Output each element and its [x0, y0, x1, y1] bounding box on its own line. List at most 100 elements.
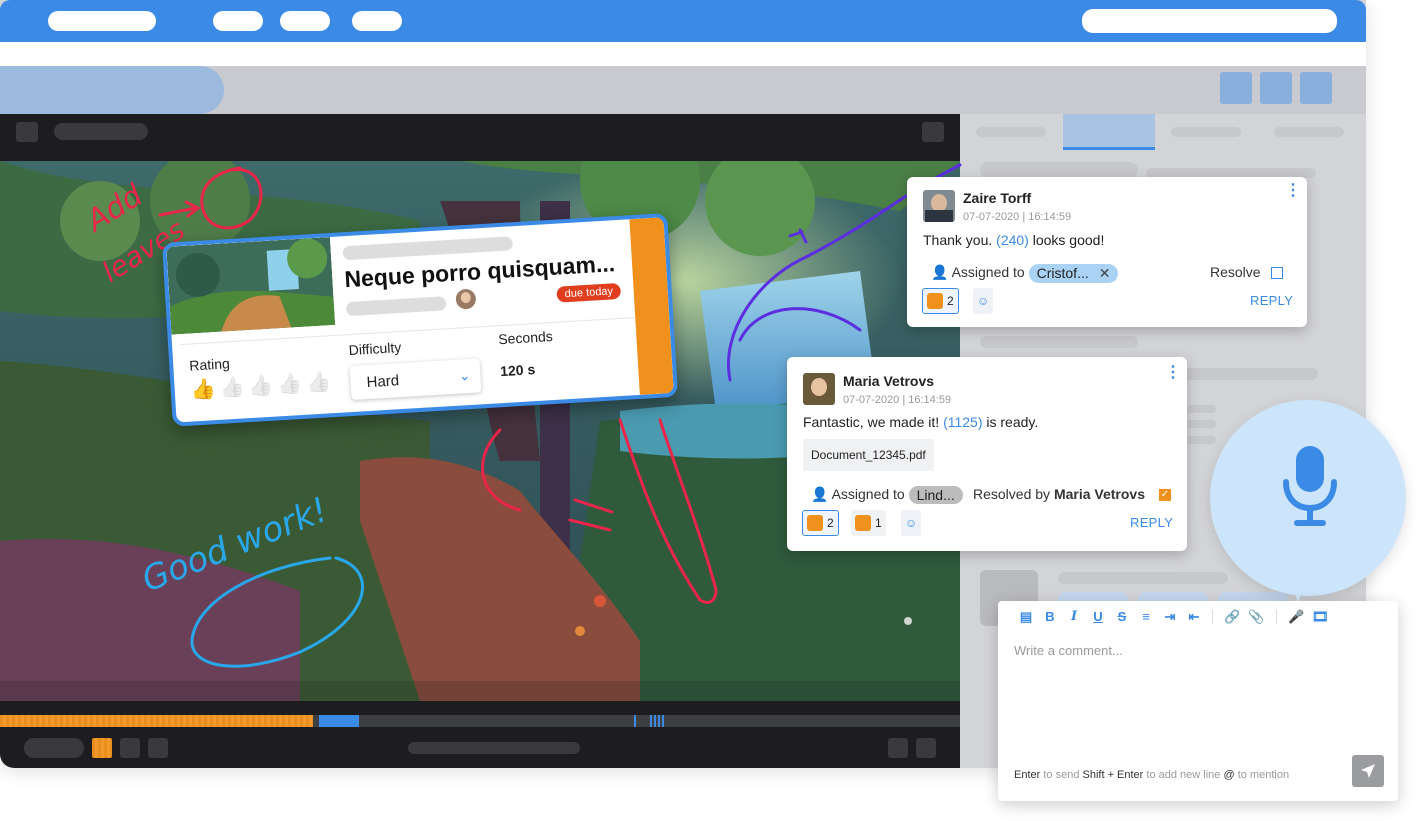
- panel-tab-active[interactable]: [1063, 114, 1155, 150]
- reaction-button[interactable]: 2: [802, 510, 839, 536]
- avatar: [803, 373, 835, 405]
- card-meta-placeholder: [345, 296, 447, 317]
- timeline-marker-group[interactable]: [650, 715, 664, 727]
- bubble-tail: [1286, 560, 1310, 604]
- thumbs-up-icon[interactable]: 👍: [305, 369, 332, 395]
- underline-icon[interactable]: U: [1090, 609, 1106, 624]
- reaction-count: 2: [947, 294, 954, 308]
- thumbs-up-icon[interactable]: 👍: [219, 374, 245, 400]
- address-placeholder[interactable]: [48, 11, 156, 31]
- add-reaction-icon[interactable]: ☺: [973, 288, 994, 314]
- timeline-marker[interactable]: [634, 715, 636, 727]
- comment-text: Thank you. (240) looks good!: [923, 232, 1105, 248]
- assigned-label: Assigned to: [951, 264, 1025, 281]
- assignee-chip[interactable]: Cristof... ✕: [1028, 264, 1119, 283]
- assignee-avatar: [455, 288, 477, 310]
- text-style-icon[interactable]: ▤: [1018, 609, 1034, 625]
- control-button-2[interactable]: [148, 738, 168, 758]
- player-title-placeholder: [54, 123, 148, 140]
- reaction-emoji-icon: [855, 515, 871, 531]
- video-icon[interactable]: 🎞: [1312, 609, 1329, 625]
- link-icon[interactable]: 🔗: [1224, 609, 1240, 625]
- italic-icon[interactable]: I: [1066, 609, 1082, 624]
- comment-author: Zaire Torff: [963, 190, 1032, 206]
- control-button-3[interactable]: [888, 738, 908, 758]
- chevron-down-icon: ⌄: [458, 366, 471, 384]
- resolve-checkbox[interactable]: [1270, 267, 1283, 280]
- nav-placeholder-2[interactable]: [280, 11, 330, 31]
- resolve-toggle[interactable]: Resolve: [1210, 264, 1283, 280]
- card-subtitle-placeholder: [342, 236, 514, 261]
- play-button[interactable]: [92, 738, 112, 758]
- nav-placeholder-1[interactable]: [213, 11, 263, 31]
- assignee-chip[interactable]: Lind...: [908, 486, 963, 505]
- reaction-button[interactable]: 1: [851, 510, 886, 536]
- menu-button[interactable]: [16, 122, 38, 142]
- resolved-checkbox[interactable]: ✓: [1158, 489, 1171, 502]
- add-reaction-icon[interactable]: ☺: [901, 510, 922, 536]
- comment-input[interactable]: Write a comment...: [1014, 643, 1123, 658]
- indent-icon[interactable]: ⇥: [1162, 609, 1178, 625]
- active-tab-placeholder[interactable]: [0, 66, 224, 114]
- card-thumbnail: [166, 237, 336, 335]
- more-options-icon[interactable]: ⋮: [1165, 365, 1181, 381]
- comment-editor[interactable]: ▤ B I U S ≡ ⇥ ⇤ 🔗 📎 🎤 🎞 Write a comment.…: [998, 601, 1398, 801]
- more-options-icon[interactable]: ⋮: [1285, 183, 1301, 199]
- control-button-4[interactable]: [916, 738, 936, 758]
- fullscreen-button[interactable]: [922, 122, 944, 142]
- resolved-by-name: Maria Vetrovs: [1053, 486, 1145, 502]
- header-band: [0, 42, 1366, 66]
- outdent-icon[interactable]: ⇤: [1186, 609, 1202, 625]
- thumbs-up-icon[interactable]: 👍: [248, 373, 274, 399]
- nav-placeholder-3[interactable]: [352, 11, 402, 31]
- toolbar-button-1[interactable]: [1220, 72, 1252, 104]
- comment-timestamp: 07-07-2020 | 16:14:59: [963, 211, 1072, 223]
- due-badge: due today: [556, 282, 622, 303]
- control-button-1[interactable]: [120, 738, 140, 758]
- keyboard-hint: Enter to send Shift + Enter to add new l…: [1014, 769, 1290, 781]
- reaction-emoji-icon: [927, 293, 943, 309]
- reaction-emoji-icon: [807, 515, 823, 531]
- reply-button[interactable]: REPLY: [1130, 515, 1173, 530]
- resolve-label: Resolve: [1210, 264, 1261, 280]
- thumbs-up-icon[interactable]: 👍: [277, 371, 303, 397]
- resolved-status: Resolved by Maria Vetrovs ✓: [973, 486, 1171, 502]
- toolbar-divider: [1212, 610, 1213, 624]
- comment-text: Fantastic, we made it! (1125) is ready.: [803, 414, 1039, 430]
- reply-button[interactable]: REPLY: [1250, 293, 1293, 308]
- bullet-list-icon[interactable]: ≡: [1138, 609, 1154, 624]
- send-icon: [1361, 764, 1375, 778]
- caption-placeholder: [408, 742, 580, 754]
- assigned-label: Assigned to: [831, 486, 905, 502]
- rating-stars[interactable]: 👍 👍 👍 👍 👍: [190, 369, 332, 402]
- timeline-selection[interactable]: [319, 715, 359, 727]
- thumbs-up-icon[interactable]: 👍: [190, 376, 216, 402]
- toolbar-button-2[interactable]: [1260, 72, 1292, 104]
- time-placeholder: [24, 738, 84, 758]
- reaction-count: 1: [875, 516, 882, 530]
- avatar: [923, 190, 955, 222]
- microphone-small-icon[interactable]: 🎤: [1288, 609, 1304, 625]
- attachment-file[interactable]: Document_12345.pdf: [803, 439, 934, 471]
- task-card[interactable]: Neque porro quisquam... due today Rating…: [162, 212, 679, 427]
- resolved-by-label: Resolved by: [973, 486, 1051, 502]
- toolbar-button-3[interactable]: [1300, 72, 1332, 104]
- attachment-icon[interactable]: 📎: [1248, 609, 1264, 625]
- difficulty-select[interactable]: Hard ⌄: [349, 358, 482, 401]
- comment-card-maria: Maria Vetrovs 07-07-2020 | 16:14:59 ⋮ Fa…: [787, 357, 1187, 551]
- close-icon[interactable]: ✕: [1099, 265, 1111, 281]
- rating-label: Rating: [188, 355, 231, 374]
- timeline[interactable]: [0, 715, 960, 727]
- send-button[interactable]: [1352, 755, 1384, 787]
- card-status-strip: [629, 217, 674, 395]
- toolbar-divider: [1276, 610, 1277, 624]
- reaction-button[interactable]: 2: [922, 288, 959, 314]
- strikethrough-icon[interactable]: S: [1114, 609, 1130, 624]
- difficulty-label: Difficulty: [348, 339, 402, 359]
- bold-icon[interactable]: B: [1042, 609, 1058, 624]
- comment-card-zaire: Zaire Torff 07-07-2020 | 16:14:59 ⋮ Than…: [907, 177, 1307, 327]
- assignment-row: 👤 Assigned to Cristof... ✕: [931, 264, 1119, 283]
- frame-link[interactable]: (240): [996, 232, 1029, 248]
- frame-link[interactable]: (1125): [943, 414, 982, 430]
- search-placeholder[interactable]: [1082, 9, 1337, 33]
